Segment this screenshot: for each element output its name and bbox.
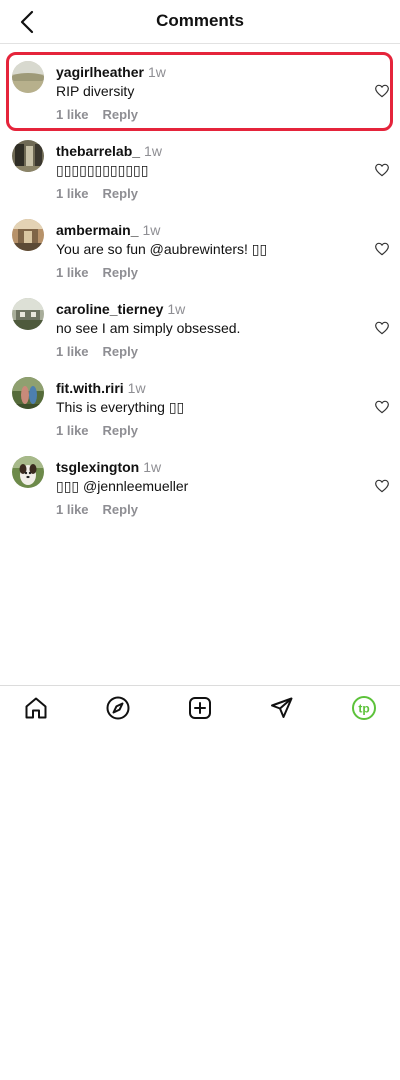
like-count-button[interactable]: 1 like bbox=[56, 186, 89, 201]
add-post-icon bbox=[189, 697, 211, 719]
comment-text: ▯▯▯▯▯▯▯▯▯▯▯▯ bbox=[56, 162, 149, 178]
comment-username[interactable]: fit.with.riri bbox=[56, 380, 124, 396]
profile-initials: tp bbox=[358, 702, 369, 716]
reply-button[interactable]: Reply bbox=[103, 107, 138, 122]
comment-item: fit.with.riri 1w This is everything ▯▯ 1 … bbox=[0, 368, 400, 447]
comment-item: ambermain_ 1w You are so fun @aubrewinter… bbox=[0, 210, 400, 289]
comment-item: yagirlheather 1w RIP diversity 1 like Repl… bbox=[0, 52, 400, 131]
nav-profile-button[interactable]: tp bbox=[351, 695, 377, 721]
like-count-button[interactable]: 1 like bbox=[56, 107, 89, 122]
comment-time: 1w bbox=[127, 380, 146, 396]
comment-text: ▯▯▯ @jennleemueller bbox=[56, 478, 189, 494]
comment-text: RIP diversity bbox=[56, 83, 135, 99]
home-icon bbox=[25, 697, 47, 719]
comment-text: no see I am simply obsessed. bbox=[56, 320, 241, 336]
nav-home-button[interactable] bbox=[23, 695, 49, 721]
reply-button[interactable]: Reply bbox=[103, 423, 138, 438]
avatar[interactable] bbox=[12, 298, 44, 330]
reply-button[interactable]: Reply bbox=[103, 502, 138, 517]
comment-time: 1w bbox=[144, 143, 162, 159]
comment-username[interactable]: caroline_tierney bbox=[56, 301, 163, 317]
comment-time: 1w bbox=[143, 459, 162, 475]
nav-create-button[interactable] bbox=[187, 695, 213, 721]
heart-icon[interactable] bbox=[374, 320, 390, 336]
comment-username[interactable]: ambermain_ bbox=[56, 222, 138, 238]
like-count-button[interactable]: 1 like bbox=[56, 344, 89, 359]
reply-button[interactable]: Reply bbox=[103, 265, 138, 280]
comments-header: Comments bbox=[0, 0, 400, 44]
like-count-button[interactable]: 1 like bbox=[56, 423, 89, 438]
like-count-button[interactable]: 1 like bbox=[56, 502, 89, 517]
send-icon bbox=[271, 697, 293, 718]
comment-list: yagirlheather 1w RIP diversity 1 like Repl… bbox=[0, 52, 400, 526]
comment-username[interactable]: yagirlheather bbox=[56, 64, 144, 80]
comment-item: caroline_tierney 1w no see I am simply ob… bbox=[0, 289, 400, 368]
nav-messages-button[interactable] bbox=[269, 695, 295, 721]
compass-icon bbox=[106, 696, 130, 720]
comment-time: 1w bbox=[167, 301, 186, 317]
reply-button[interactable]: Reply bbox=[103, 186, 138, 201]
comment-time: 1w bbox=[142, 222, 161, 238]
heart-icon[interactable] bbox=[374, 162, 390, 178]
avatar[interactable] bbox=[12, 219, 44, 251]
comment-text: You are so fun @aubrewinters! ▯▯ bbox=[56, 241, 268, 257]
profile-icon: tp bbox=[352, 696, 376, 720]
heart-icon[interactable] bbox=[374, 399, 390, 415]
avatar[interactable] bbox=[12, 61, 44, 93]
comment-item: tsglexington 1w ▯▯▯ @jennleemueller 1 lik… bbox=[0, 447, 400, 526]
avatar[interactable] bbox=[12, 377, 44, 409]
avatar[interactable] bbox=[12, 140, 44, 172]
heart-icon[interactable] bbox=[374, 83, 390, 99]
nav-explore-button[interactable] bbox=[105, 695, 131, 721]
comment-time: 1w bbox=[147, 64, 166, 80]
like-count-button[interactable]: 1 like bbox=[56, 265, 89, 280]
heart-icon[interactable] bbox=[374, 241, 390, 257]
bottom-nav: tp bbox=[0, 685, 400, 729]
comment-username[interactable]: thebarrelab_ bbox=[56, 143, 140, 159]
avatar[interactable] bbox=[12, 456, 44, 488]
page-title: Comments bbox=[156, 11, 244, 30]
comment-text: This is everything ▯▯ bbox=[56, 399, 185, 415]
comment-item: thebarrelab_ 1w ▯▯▯▯▯▯▯▯▯▯▯▯ 1 like Reply bbox=[0, 131, 400, 210]
reply-button[interactable]: Reply bbox=[103, 344, 138, 359]
comment-username[interactable]: tsglexington bbox=[56, 459, 139, 475]
heart-icon[interactable] bbox=[374, 478, 390, 494]
